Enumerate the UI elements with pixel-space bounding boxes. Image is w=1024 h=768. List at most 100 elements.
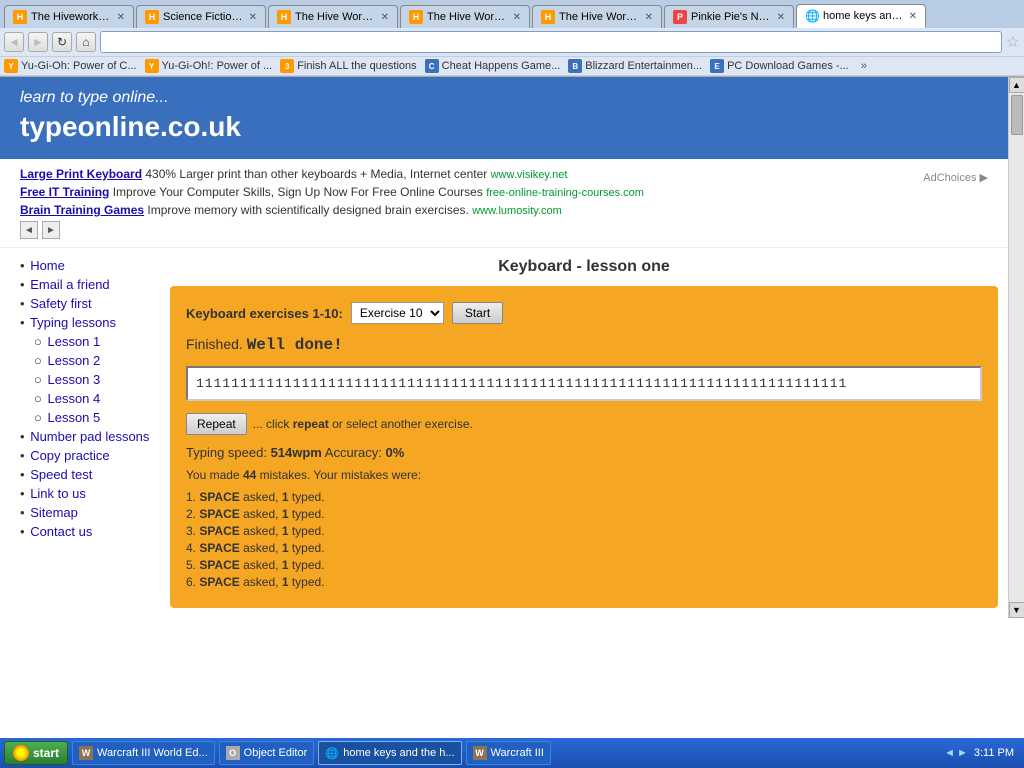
ad-0-title[interactable]: Large Print Keyboard bbox=[20, 167, 142, 181]
home-button[interactable]: ⌂ bbox=[76, 32, 96, 52]
start-button-taskbar[interactable]: start bbox=[4, 741, 68, 765]
bookmark-5[interactable]: E PC Download Games -... bbox=[710, 59, 849, 73]
bookmark-0[interactable]: Y Yu-Gi-Oh: Power of C... bbox=[4, 59, 137, 73]
bookmark-2[interactable]: 3 Finish ALL the questions bbox=[280, 59, 416, 73]
tab-1-label: Science Fiction ... bbox=[163, 11, 245, 23]
nav-arrows: ◄ ► bbox=[944, 747, 968, 759]
mistake-item-2: 3. SPACE asked, 1 typed. bbox=[186, 524, 982, 538]
mistake-4-typed: 1 bbox=[282, 558, 289, 572]
address-bar[interactable]: typeonline.co.uk/lesson1.html bbox=[100, 31, 1002, 53]
scrollbar[interactable]: ▲ ▼ bbox=[1008, 77, 1024, 618]
bookmark-4[interactable]: B Blizzard Entertainmen... bbox=[568, 59, 702, 73]
scroll-up-button[interactable]: ▲ bbox=[1009, 77, 1024, 93]
taskbar-item-3-icon: W bbox=[473, 746, 487, 760]
tab-5-label: Pinkie Pie's No f... bbox=[691, 11, 773, 23]
forward-button[interactable]: ► bbox=[28, 32, 48, 52]
scroll-thumb[interactable] bbox=[1011, 95, 1023, 135]
sidebar-link-lesson3[interactable]: Lesson 3 bbox=[47, 372, 100, 387]
stats-wpm: 514wpm bbox=[271, 445, 322, 460]
taskbar-item-1[interactable]: O Object Editor bbox=[219, 741, 315, 765]
sidebar-link-number-pad[interactable]: Number pad lessons bbox=[30, 429, 149, 444]
tab-5[interactable]: P Pinkie Pie's No f... ✕ bbox=[664, 5, 794, 28]
sidebar-item-sitemap: • Sitemap bbox=[20, 505, 150, 520]
taskbar-item-0[interactable]: W Warcraft III World Ed... bbox=[72, 741, 215, 765]
tab-6[interactable]: 🌐 home keys and ... ✕ bbox=[796, 4, 926, 28]
sidebar-link-home[interactable]: Home bbox=[30, 258, 65, 273]
sidebar-link-lesson1[interactable]: Lesson 1 bbox=[47, 334, 100, 349]
nav-left-icon[interactable]: ◄ bbox=[944, 747, 955, 759]
taskbar-item-2[interactable]: 🌐 home keys and the h... bbox=[318, 741, 461, 765]
exercise-controls: Keyboard exercises 1-10: Exercise 1 Exer… bbox=[186, 302, 982, 324]
mistake-4-key: SPACE bbox=[199, 558, 239, 572]
tab-1[interactable]: H Science Fiction ... ✕ bbox=[136, 5, 266, 28]
tab-3-close[interactable]: ✕ bbox=[513, 12, 521, 23]
tab-0-close[interactable]: ✕ bbox=[117, 12, 125, 23]
scroll-track[interactable] bbox=[1009, 93, 1024, 602]
tab-0[interactable]: H The Hiveworksh... ✕ bbox=[4, 5, 134, 28]
tab-bar: H The Hiveworksh... ✕ H Science Fiction … bbox=[0, 0, 1024, 28]
bookmark-star-icon[interactable]: ☆ bbox=[1006, 32, 1020, 52]
tab-4-close[interactable]: ✕ bbox=[645, 12, 653, 23]
bookmark-3[interactable]: C Cheat Happens Game... bbox=[425, 59, 561, 73]
sidebar-link-speed-test[interactable]: Speed test bbox=[30, 467, 92, 482]
mistakes-count: 44 bbox=[243, 468, 256, 482]
bookmark-3-icon: C bbox=[425, 59, 439, 73]
bookmark-1-icon: Y bbox=[145, 59, 159, 73]
tab-4[interactable]: H The Hive Works... ✕ bbox=[532, 5, 662, 28]
start-button[interactable]: Start bbox=[452, 302, 503, 324]
ad-prev-button[interactable]: ◄ bbox=[20, 221, 38, 239]
tab-1-close[interactable]: ✕ bbox=[249, 12, 257, 23]
taskbar-item-0-icon: W bbox=[79, 746, 93, 760]
site-header: learn to type online... typeonline.co.uk bbox=[0, 77, 1008, 159]
back-button[interactable]: ◄ bbox=[4, 32, 24, 52]
ad-next-button[interactable]: ► bbox=[42, 221, 60, 239]
tab-2[interactable]: H The Hive Works... ✕ bbox=[268, 5, 398, 28]
taskbar-item-2-icon: 🌐 bbox=[325, 746, 339, 760]
sidebar-link-copy-practice[interactable]: Copy practice bbox=[30, 448, 109, 463]
sidebar-item-lesson5: ○ Lesson 5 bbox=[34, 410, 150, 425]
ad-2-url: www.lumosity.com bbox=[472, 205, 562, 217]
ad-0-text: 430% Larger print than other keyboards +… bbox=[145, 167, 490, 181]
sidebar-link-typing-lessons[interactable]: Typing lessons bbox=[30, 315, 116, 330]
nav-right-icon[interactable]: ► bbox=[957, 747, 968, 759]
exercise-select[interactable]: Exercise 1 Exercise 2 Exercise 3 Exercis… bbox=[351, 302, 444, 324]
bookmark-3-label: Cheat Happens Game... bbox=[442, 60, 561, 72]
sidebar-link-safety[interactable]: Safety first bbox=[30, 296, 91, 311]
header-site-name: typeonline.co.uk bbox=[20, 111, 988, 143]
mistake-list: 1. SPACE asked, 1 typed. 2. SPACE asked,… bbox=[186, 490, 982, 589]
bookmark-4-label: Blizzard Entertainmen... bbox=[585, 60, 702, 72]
browser-chrome: H The Hiveworksh... ✕ H Science Fiction … bbox=[0, 0, 1024, 77]
sidebar-link-lesson2[interactable]: Lesson 2 bbox=[47, 353, 100, 368]
stats: Typing speed: 514wpm Accuracy: 0% bbox=[186, 445, 982, 460]
tab-2-close[interactable]: ✕ bbox=[381, 12, 389, 23]
sidebar-item-copy-practice: • Copy practice bbox=[20, 448, 150, 463]
finished-prefix: Finished. bbox=[186, 336, 243, 352]
sidebar-item-number-pad: • Number pad lessons bbox=[20, 429, 150, 444]
mistake-0-key: SPACE bbox=[199, 490, 239, 504]
sidebar-item-lesson1: ○ Lesson 1 bbox=[34, 334, 150, 349]
ad-1-title[interactable]: Free IT Training bbox=[20, 185, 109, 199]
sidebar-link-sitemap[interactable]: Sitemap bbox=[30, 505, 78, 520]
tab-6-close[interactable]: ✕ bbox=[909, 11, 917, 22]
ad-1-url: free-online-training-courses.com bbox=[486, 187, 644, 199]
taskbar-item-1-label: Object Editor bbox=[244, 747, 308, 759]
sidebar-link-lesson4[interactable]: Lesson 4 bbox=[47, 391, 100, 406]
scroll-down-button[interactable]: ▼ bbox=[1009, 602, 1024, 618]
sidebar-link-link-to-us[interactable]: Link to us bbox=[30, 486, 86, 501]
refresh-button[interactable]: ↻ bbox=[52, 32, 72, 52]
tab-5-close[interactable]: ✕ bbox=[777, 12, 785, 23]
sidebar-nav: • Home • Email a friend • Safety first •… bbox=[20, 258, 150, 539]
ad-nav: ◄ ► bbox=[20, 221, 988, 239]
sidebar-link-lesson5[interactable]: Lesson 5 bbox=[47, 410, 100, 425]
sidebar-link-email[interactable]: Email a friend bbox=[30, 277, 109, 292]
mistake-2-typed: 1 bbox=[282, 524, 289, 538]
bookmark-0-label: Yu-Gi-Oh: Power of C... bbox=[21, 60, 137, 72]
tab-3[interactable]: H The Hive Worksi... ✕ bbox=[400, 5, 530, 28]
taskbar-item-3[interactable]: W Warcraft III bbox=[466, 741, 551, 765]
bookmarks-more[interactable]: » bbox=[861, 60, 867, 72]
mistakes-text: You made 44 mistakes. Your mistakes were… bbox=[186, 468, 982, 482]
bookmark-1[interactable]: Y Yu-Gi-Oh!: Power of ... bbox=[145, 59, 273, 73]
repeat-button[interactable]: Repeat bbox=[186, 413, 247, 435]
ad-2-title[interactable]: Brain Training Games bbox=[20, 203, 144, 217]
sidebar-link-contact[interactable]: Contact us bbox=[30, 524, 92, 539]
